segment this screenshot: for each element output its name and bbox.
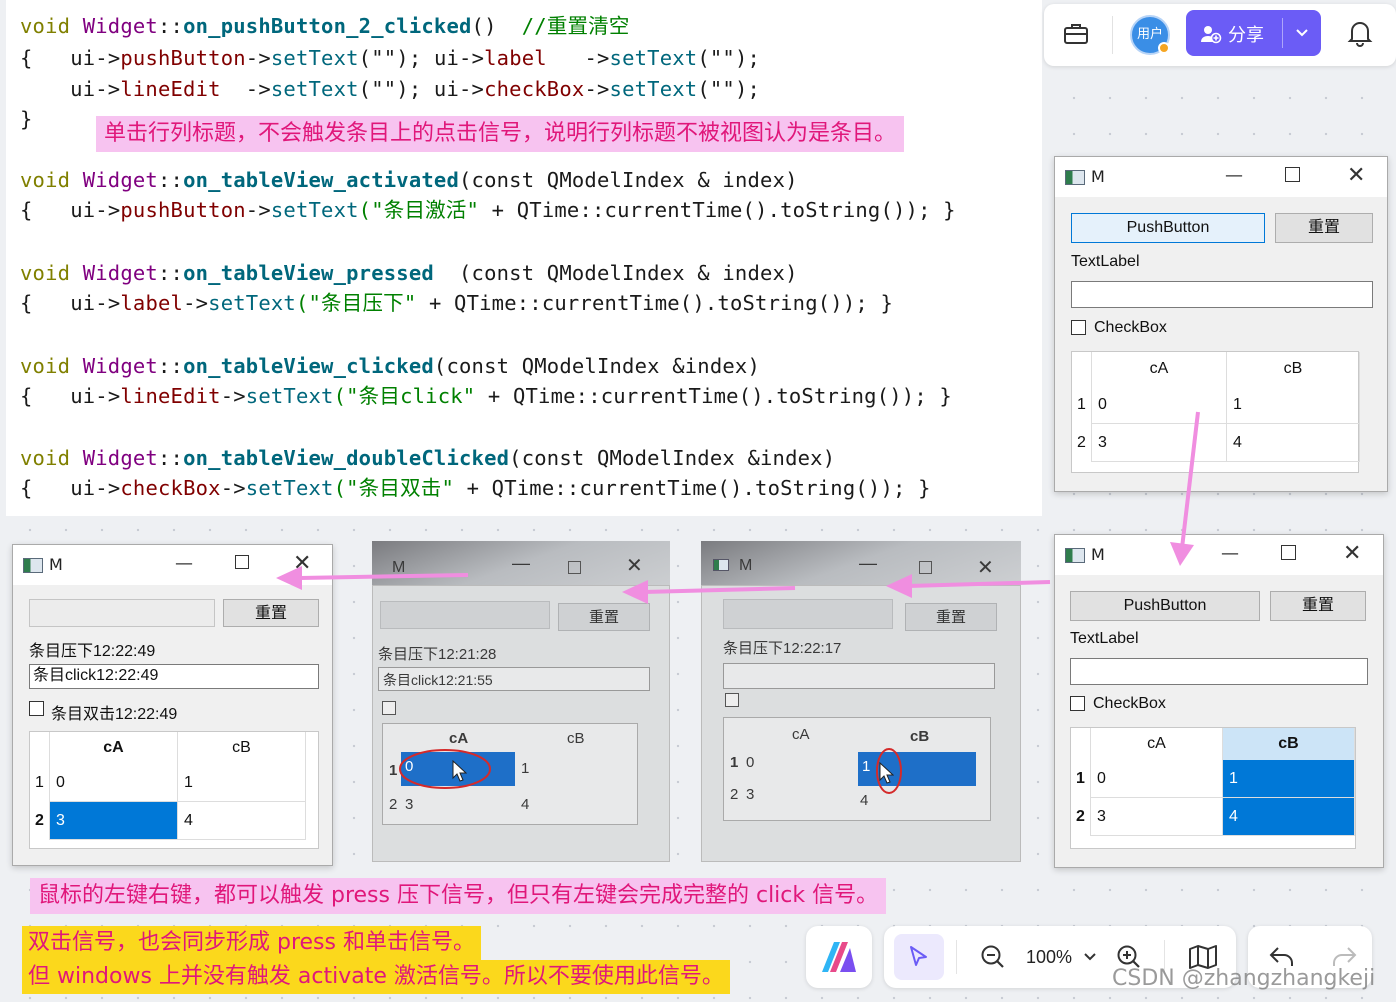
arrow-initial-to-colsel (1170, 411, 1200, 566)
arrow-colsel-to-photo2 (886, 574, 1051, 598)
app-logo-icon (822, 942, 856, 972)
chevron-down-icon[interactable] (1082, 950, 1098, 964)
pointer-icon (910, 946, 927, 966)
note-double-click: 双击信号，也会同步形成 press 和单击信号。 (22, 926, 481, 960)
arrows-layer (276, 411, 1200, 604)
arrow-photo1-to-result (276, 566, 469, 590)
note-press-signal: 鼠标的左键右键，都可以触发 press 压下信号，但只有左键会完成完整的 cli… (30, 878, 887, 914)
toolbar-divider (956, 940, 957, 974)
zoom-level[interactable]: 100% (1026, 947, 1072, 968)
note-activate: 但 windows 上并没有触发 activate 激活信号。所以不要使用此信号… (22, 960, 730, 994)
pointer-tool[interactable] (894, 934, 944, 980)
zoom-out-icon[interactable] (980, 944, 1006, 970)
watermark: CSDN @zhangzhangkeji (1112, 966, 1376, 991)
app-logo-box[interactable] (806, 926, 872, 988)
arrow-photo2-to-photo1 (622, 580, 796, 604)
